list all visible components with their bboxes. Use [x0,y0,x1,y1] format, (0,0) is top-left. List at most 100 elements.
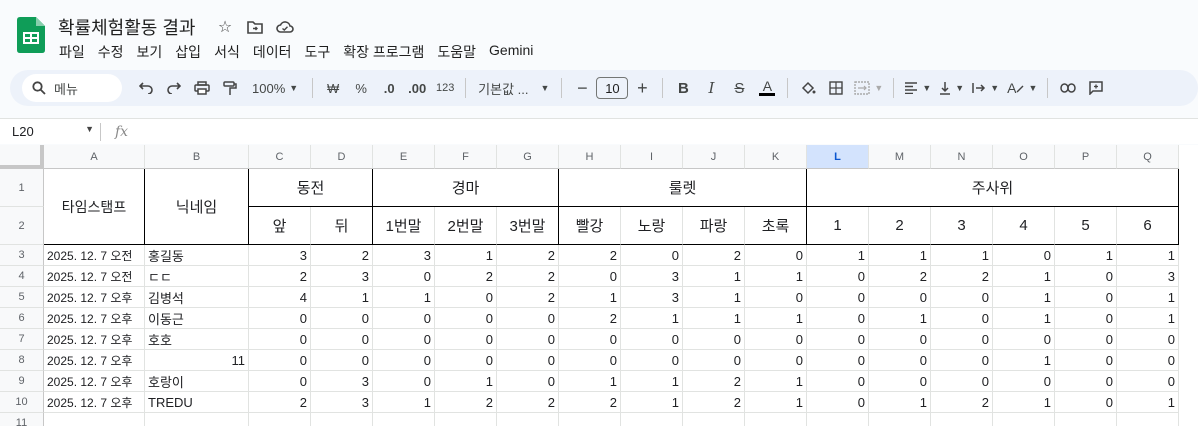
empty-cell[interactable] [435,413,497,426]
value-cell[interactable]: 0 [621,245,683,266]
value-cell[interactable]: 2 [869,266,931,287]
nickname-cell[interactable]: ㄷㄷ [145,266,249,287]
column-header[interactable]: G [497,145,559,169]
empty-cell[interactable] [559,413,621,426]
value-cell[interactable]: 2 [249,266,311,287]
value-cell[interactable]: 2 [683,392,745,413]
value-cell[interactable]: 1 [1117,245,1179,266]
value-cell[interactable]: 0 [621,329,683,350]
value-cell[interactable]: 1 [993,287,1055,308]
value-cell[interactable]: 0 [1055,329,1117,350]
percent-format-button[interactable]: % [347,74,375,102]
star-icon[interactable]: ☆ [214,16,236,38]
value-cell[interactable]: 0 [1055,266,1117,287]
column-header[interactable]: P [1055,145,1117,169]
column-header[interactable]: B [145,145,249,169]
value-cell[interactable]: 1 [683,266,745,287]
vertical-align-icon[interactable]: ▼ [935,74,968,102]
value-cell[interactable]: 1 [621,371,683,392]
cloud-saved-icon[interactable] [274,16,296,38]
value-cell[interactable]: 0 [745,350,807,371]
link-icon[interactable] [1054,74,1082,102]
column-header[interactable]: J [683,145,745,169]
value-cell[interactable]: 1 [993,350,1055,371]
timestamp-cell[interactable]: 2025. 12. 7 오후 [44,329,145,350]
value-cell[interactable]: 0 [559,329,621,350]
empty-cell[interactable] [249,413,311,426]
value-cell[interactable]: 2 [931,392,993,413]
value-cell[interactable]: 0 [745,329,807,350]
timestamp-cell[interactable]: 2025. 12. 7 오후 [44,308,145,329]
value-cell[interactable]: 0 [497,308,559,329]
value-cell[interactable]: 0 [621,350,683,371]
currency-format-button[interactable]: ₩ [319,74,347,102]
row-header[interactable]: 11 [0,413,44,426]
nickname-cell[interactable]: 호랑이 [145,371,249,392]
value-cell[interactable]: 1 [1117,287,1179,308]
borders-icon[interactable] [822,74,850,102]
nickname-cell[interactable]: 홍길동 [145,245,249,266]
column-header[interactable]: C [249,145,311,169]
value-cell[interactable]: 1 [745,392,807,413]
value-cell[interactable]: 0 [745,287,807,308]
menu-item[interactable]: 삽입 [174,40,208,64]
value-cell[interactable]: 0 [1117,371,1179,392]
value-cell[interactable]: 2 [311,245,373,266]
row-header[interactable]: 5 [0,287,44,308]
value-cell[interactable]: 0 [311,308,373,329]
menu-item[interactable]: 도움말 [436,40,483,64]
value-cell[interactable]: 0 [807,308,869,329]
value-cell[interactable]: 0 [435,287,497,308]
row-header[interactable]: 6 [0,308,44,329]
value-cell[interactable]: 1 [745,308,807,329]
value-cell[interactable]: 0 [931,371,993,392]
row-header[interactable]: 9 [0,371,44,392]
decrease-decimal-button[interactable]: .0 [375,74,403,102]
value-cell[interactable]: 0 [311,329,373,350]
value-cell[interactable]: 0 [1117,350,1179,371]
merge-cells-icon[interactable]: ▼ [850,74,887,102]
row-header[interactable]: 10 [0,392,44,413]
value-cell[interactable]: 0 [807,287,869,308]
value-cell[interactable]: 0 [497,371,559,392]
horizontal-align-icon[interactable]: ▼ [900,74,935,102]
value-cell[interactable]: 0 [559,266,621,287]
value-cell[interactable]: 0 [869,329,931,350]
value-cell[interactable]: 2 [497,266,559,287]
nickname-cell[interactable]: 이동근 [145,308,249,329]
value-cell[interactable]: 2 [559,245,621,266]
value-cell[interactable]: 2 [559,308,621,329]
menu-item[interactable]: 도구 [303,40,337,64]
value-cell[interactable]: 0 [497,350,559,371]
value-cell[interactable]: 0 [807,392,869,413]
column-header[interactable]: L [807,145,869,169]
value-cell[interactable]: 1 [621,308,683,329]
menu-item[interactable]: 확장 프로그램 [342,40,431,64]
timestamp-cell[interactable]: 2025. 12. 7 오후 [44,287,145,308]
row-header[interactable]: 2 [0,207,44,245]
value-cell[interactable]: 1 [1055,245,1117,266]
empty-cell[interactable] [807,413,869,426]
empty-cell[interactable] [1055,413,1117,426]
value-cell[interactable]: 2 [559,392,621,413]
menu-item[interactable]: 파일 [58,40,92,64]
redo-icon[interactable] [160,74,188,102]
value-cell[interactable]: 2 [931,266,993,287]
column-header[interactable]: D [311,145,373,169]
value-cell[interactable]: 1 [869,392,931,413]
value-cell[interactable]: 0 [807,371,869,392]
fill-color-icon[interactable] [794,74,822,102]
nickname-cell[interactable]: TREDU [145,392,249,413]
value-cell[interactable]: 1 [683,287,745,308]
increase-decimal-button[interactable]: .00 [403,74,431,102]
value-cell[interactable]: 2 [497,245,559,266]
value-cell[interactable]: 0 [807,350,869,371]
value-cell[interactable]: 0 [931,308,993,329]
value-cell[interactable]: 0 [559,350,621,371]
bold-icon[interactable]: B [669,74,697,102]
value-cell[interactable]: 0 [497,329,559,350]
value-cell[interactable]: 3 [373,245,435,266]
timestamp-cell[interactable]: 2025. 12. 7 오전 [44,266,145,287]
value-cell[interactable]: 1 [435,371,497,392]
value-cell[interactable]: 2 [683,245,745,266]
